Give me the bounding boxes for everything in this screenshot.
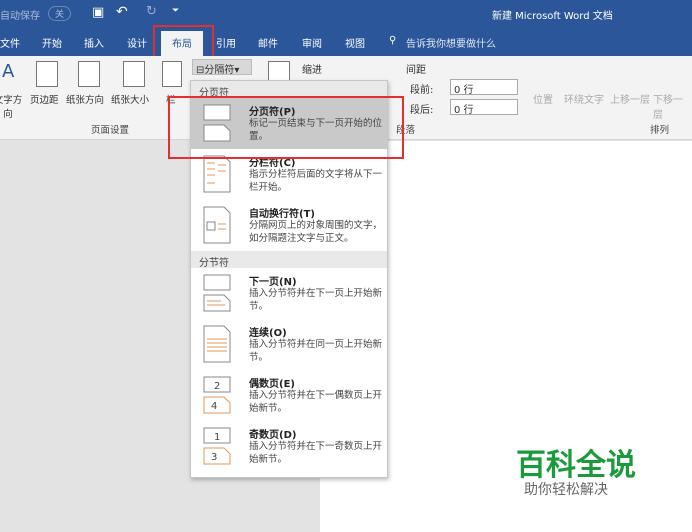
- next-page-icon: [203, 274, 231, 312]
- customize-qat-icon[interactable]: ⏷: [172, 6, 179, 16]
- send-backward-button[interactable]: 下移一层: [653, 91, 692, 121]
- watermark-brand: 百科全说: [516, 448, 636, 483]
- spacing-after-label: 段后:: [410, 105, 434, 116]
- size-button[interactable]: 纸张大小: [111, 56, 155, 126]
- tab-references[interactable]: 引用: [216, 35, 236, 50]
- highlight-box-page-break: [168, 96, 404, 159]
- menu-item-continuous[interactable]: 连续(O) 插入分节符并在同一页上开始新节。: [191, 319, 387, 370]
- breaks-button[interactable]: ⊟分隔符▾: [192, 59, 252, 76]
- redo-icon[interactable]: ↻: [146, 4, 157, 19]
- watermark-slogan: 助你轻松解决: [524, 482, 608, 498]
- orientation-button[interactable]: 纸张方向: [66, 56, 110, 126]
- continuous-icon: [203, 325, 231, 363]
- spacing-after-input[interactable]: 0 行: [450, 99, 518, 116]
- tab-mailings[interactable]: 邮件: [258, 35, 278, 50]
- menu-item-even-page[interactable]: 2 4 偶数页(E) 插入分节符并在下一偶数页上开始新节。: [191, 370, 387, 421]
- tab-home[interactable]: 开始: [42, 35, 62, 50]
- title-bar: 自动保存 关 ▣ ↶ ↻ ⏷ 新建 Microsoft Word 文档: [0, 0, 692, 28]
- tab-file[interactable]: 文件: [0, 35, 20, 50]
- ribbon-tabs: 文件 开始 插入 设计 布局 引用 邮件 审阅 视图 ⚲ 告诉我你想要做什么: [0, 28, 692, 56]
- text-direction-button[interactable]: A文字方向: [0, 56, 26, 126]
- arrange-group: 位置 环绕文字 上移一层 下移一层: [527, 56, 692, 121]
- indent-label: 缩进: [302, 65, 322, 76]
- tab-review[interactable]: 审阅: [302, 35, 322, 50]
- menu-item-next-page[interactable]: 下一页(N) 插入分节符并在下一页上开始新节。: [191, 268, 387, 319]
- document-title: 新建 Microsoft Word 文档: [492, 11, 613, 22]
- text-wrapping-break-icon: [203, 206, 231, 244]
- svg-text:1: 1: [214, 432, 220, 443]
- position-button[interactable]: 位置: [533, 91, 553, 106]
- group-label-arrange: 排列: [650, 125, 670, 136]
- highlight-box-layout-tab: [153, 25, 214, 59]
- menu-item-odd-page[interactable]: 1 3 奇数页(D) 插入分节符并在下一奇数页上开始新节。: [191, 421, 387, 472]
- search-icon: ⚲: [389, 35, 397, 46]
- group-label-page-setup: 页面设置: [91, 125, 130, 136]
- margins-button[interactable]: 页边距: [30, 56, 64, 126]
- svg-text:3: 3: [211, 452, 217, 463]
- autosave-label: 自动保存: [0, 11, 40, 22]
- tab-design[interactable]: 设计: [127, 35, 147, 50]
- tab-view[interactable]: 视图: [345, 35, 365, 50]
- bring-forward-button[interactable]: 上移一层: [610, 91, 650, 106]
- svg-text:2: 2: [214, 381, 220, 392]
- tell-me-search[interactable]: 告诉我你想要做什么: [406, 35, 496, 50]
- even-page-icon: 24: [203, 376, 231, 414]
- odd-page-icon: 13: [203, 427, 231, 465]
- spacing-before-label: 段前:: [410, 85, 434, 96]
- spacing-label: 间距: [406, 65, 426, 76]
- undo-icon[interactable]: ↶: [116, 4, 128, 20]
- menu-item-text-wrapping-break[interactable]: 自动换行符(T) 分隔网页上的对象周围的文字，如分隔题注文字与正文。: [191, 200, 387, 251]
- spacing-before-input[interactable]: 0 行: [450, 79, 518, 96]
- svg-text:4: 4: [211, 401, 217, 412]
- save-icon[interactable]: ▣: [92, 5, 104, 20]
- autosave-toggle[interactable]: 关: [48, 6, 72, 21]
- column-break-icon: [203, 155, 231, 193]
- wrap-text-button[interactable]: 环绕文字: [564, 91, 604, 106]
- section-header-section-breaks: 分节符: [191, 251, 387, 269]
- tab-insert[interactable]: 插入: [84, 35, 104, 50]
